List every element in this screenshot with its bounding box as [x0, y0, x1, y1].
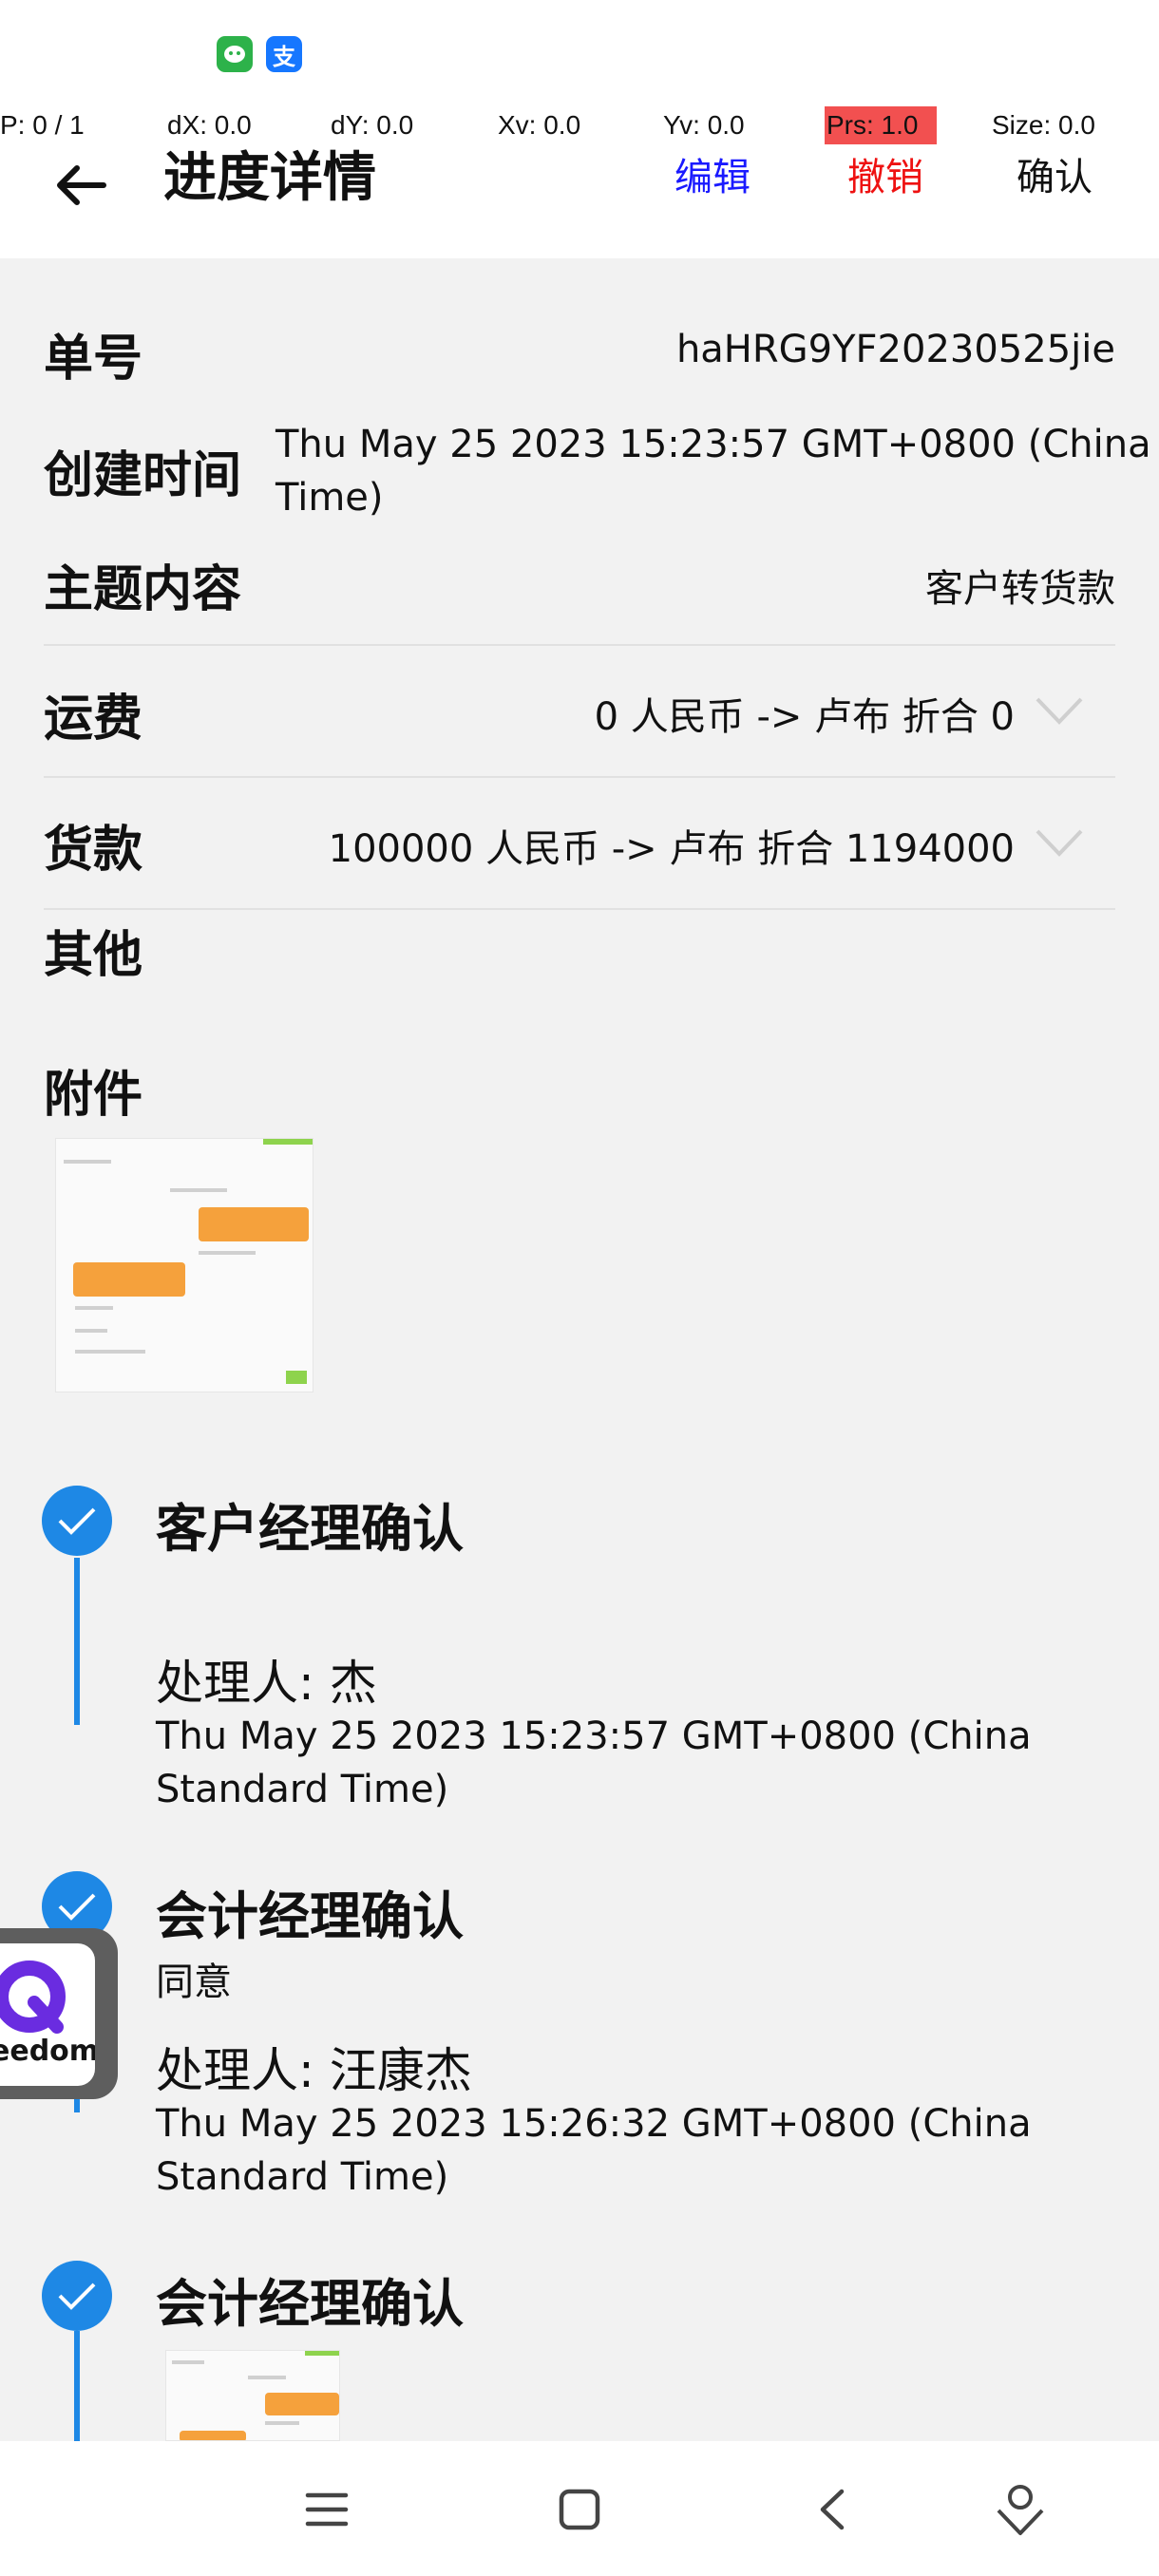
timeline-step-time: Thu May 25 2023 15:23:57 GMT+0800 (China…	[156, 1714, 1032, 1811]
timeline-connector	[74, 1558, 80, 1725]
payment-label: 货款	[44, 822, 143, 879]
freedom-logo: eedom	[0, 1943, 95, 2086]
floating-app-widget[interactable]: eedom	[0, 1928, 118, 2099]
created-time-label: 创建时间	[44, 447, 242, 504]
timeline-step-note: 同意	[156, 1960, 232, 2004]
page-title: 进度详情	[163, 147, 376, 209]
nav-back-button[interactable]	[802, 2479, 863, 2540]
freight-value: 0 人民币 -> 卢布 折合 0	[594, 695, 1015, 739]
undo-button[interactable]: 撤销	[847, 144, 923, 211]
wechat-icon	[217, 36, 253, 72]
freight-label: 运费	[44, 691, 143, 748]
debug-p: P: 0 / 1	[0, 110, 85, 140]
check-icon	[42, 1486, 112, 1556]
back-button[interactable]	[48, 152, 114, 218]
chevron-down-icon[interactable]	[1034, 825, 1085, 860]
assistant-button[interactable]	[990, 2479, 1051, 2540]
attachment-thumbnail[interactable]	[55, 1138, 314, 1392]
created-time-value: Thu May 25 2023 15:23:57 GMT+0800 (China…	[276, 418, 1159, 524]
freedom-logo-text: eedom	[0, 2035, 95, 2068]
menu-icon	[305, 2492, 349, 2527]
divider	[44, 776, 1115, 778]
pointer-debug-overlay: P: 0 / 1 dX: 0.0 dY: 0.0 Xv: 0.0 Yv: 0.0…	[0, 106, 1159, 144]
check-icon	[42, 2261, 112, 2331]
confirm-button[interactable]: 确认	[1016, 144, 1092, 211]
timeline-connector	[74, 2331, 80, 2441]
freedom-logo-icon	[0, 1960, 66, 2034]
arrow-left-icon	[57, 165, 106, 205]
payment-value: 100000 人民币 -> 卢布 折合 1194000	[328, 827, 1015, 871]
created-time-line1: Thu May 25 2023 15:23:57 GMT+0800 (China…	[276, 423, 1159, 466]
screen: 支 P: 0 / 1 dX: 0.0 dY: 0.0 Xv: 0.0 Yv: 0…	[0, 0, 1159, 2576]
created-time-line2: Time)	[276, 476, 384, 520]
order-no-label: 单号	[44, 331, 143, 388]
timeline-step-title: 会计经理确认	[156, 2274, 464, 2334]
divider	[44, 644, 1115, 646]
square-home-icon	[559, 2489, 600, 2530]
system-navigation-bar	[0, 2441, 1159, 2576]
divider	[44, 908, 1115, 910]
chevron-left-icon	[820, 2489, 845, 2530]
assistant-icon	[997, 2485, 1044, 2535]
debug-dx: dX: 0.0	[167, 110, 252, 140]
menu-button[interactable]	[296, 2479, 357, 2540]
timeline-step-title: 会计经理确认	[156, 1886, 464, 1946]
home-button[interactable]	[549, 2479, 610, 2540]
attachment-label: 附件	[44, 1067, 143, 1124]
subject-value: 客户转货款	[925, 567, 1115, 611]
other-label: 其他	[44, 927, 143, 984]
timeline-step-time: Thu May 25 2023 15:26:32 GMT+0800 (China…	[156, 2102, 1032, 2199]
top-bar: 支 P: 0 / 1 dX: 0.0 dY: 0.0 Xv: 0.0 Yv: 0…	[0, 0, 1159, 258]
debug-prs: Prs: 1.0	[825, 106, 938, 144]
timeline-step-title: 客户经理确认	[156, 1499, 464, 1559]
timeline-step-handler: 处理人: 汪康杰	[156, 2043, 472, 2098]
debug-dy: dY: 0.0	[331, 110, 414, 140]
timeline-step-handler: 处理人: 杰	[156, 1656, 377, 1711]
order-no-value: haHRG9YF20230525jie	[675, 328, 1115, 371]
debug-yv: Yv: 0.0	[663, 110, 745, 140]
debug-size: Size: 0.0	[992, 110, 1095, 140]
attachment-thumbnail[interactable]	[165, 2350, 340, 2441]
alipay-icon: 支	[266, 36, 302, 72]
edit-button[interactable]: 编辑	[674, 144, 750, 211]
subject-label: 主题内容	[44, 561, 242, 618]
chevron-down-icon[interactable]	[1034, 693, 1085, 728]
status-icons: 支	[217, 36, 302, 72]
debug-xv: Xv: 0.0	[498, 110, 581, 140]
